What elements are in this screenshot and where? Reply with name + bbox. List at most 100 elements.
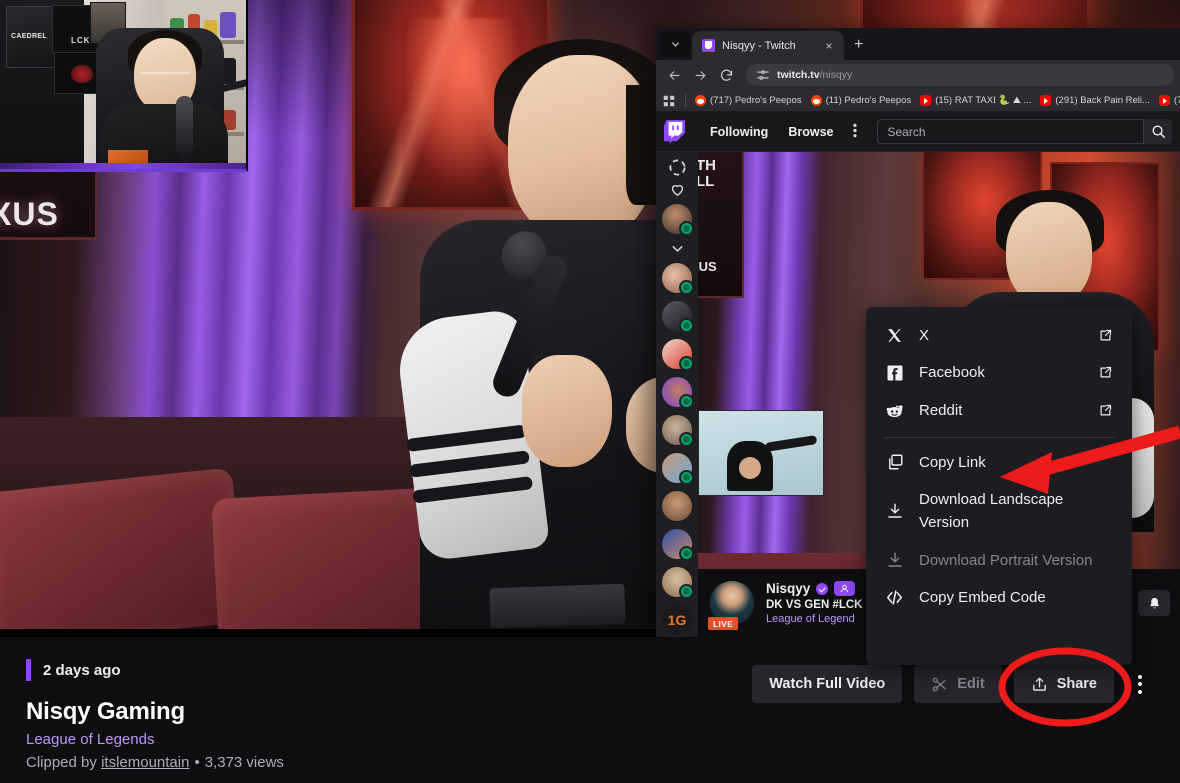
more-options-button[interactable] bbox=[1126, 665, 1154, 703]
share-menu-label: Download Portrait Version bbox=[919, 551, 1093, 569]
sidebar-item-channel[interactable] bbox=[660, 565, 694, 599]
twitch-search-field[interactable] bbox=[877, 119, 1144, 144]
screenshot-root: XUS CAEDREL LCK Nisqyy - Twitch × + twit… bbox=[0, 0, 1180, 783]
bookmarks-bar: (717) Pedro's Peepos (11) Pedro's Peepos… bbox=[656, 90, 1180, 112]
code-icon bbox=[884, 588, 905, 607]
sidebar-item-channel[interactable] bbox=[660, 451, 694, 485]
sidebar-expand-icon bbox=[669, 159, 685, 176]
accent-bar bbox=[26, 659, 31, 681]
share-upload-icon bbox=[1032, 677, 1046, 691]
notify-button[interactable] bbox=[1138, 590, 1170, 616]
clip-action-bar: Watch Full Video Edit Share bbox=[752, 665, 1154, 703]
stream-guest-cam bbox=[698, 410, 824, 496]
sidebar-item-channel[interactable] bbox=[660, 299, 694, 333]
share-button[interactable]: Share bbox=[1013, 665, 1114, 703]
reload-button[interactable] bbox=[714, 63, 738, 87]
twitch-top-nav: Following Browse bbox=[656, 112, 1180, 152]
clipper-link[interactable]: itslemountain bbox=[101, 754, 189, 771]
sidebar-item-channel[interactable] bbox=[660, 489, 694, 523]
x-logo-icon bbox=[884, 327, 905, 344]
download-icon bbox=[884, 501, 905, 521]
sidebar-item-channel[interactable] bbox=[660, 202, 694, 236]
sidebar-item-collapse-toggle[interactable] bbox=[660, 158, 694, 177]
share-menu-item-download-landscape[interactable]: Download Landscape Version bbox=[866, 481, 1132, 542]
share-menu-item-copy-link[interactable]: Copy Link bbox=[866, 444, 1132, 481]
kebab-icon bbox=[1138, 674, 1142, 694]
bookmark-item[interactable]: (11) Pedro's Peepos bbox=[810, 95, 912, 106]
share-menu-label: Facebook bbox=[919, 364, 985, 382]
tune-icon[interactable] bbox=[756, 68, 770, 82]
tab-search-button[interactable] bbox=[660, 31, 690, 57]
stream-wall-frame bbox=[698, 152, 744, 298]
sidebar-item-channel[interactable] bbox=[660, 337, 694, 371]
live-badge-icon bbox=[679, 470, 694, 485]
view-count: 3,373 views bbox=[204, 754, 284, 771]
avatar[interactable]: LIVE bbox=[708, 579, 756, 630]
facebook-icon bbox=[884, 364, 905, 382]
kebab-icon bbox=[853, 123, 858, 137]
partner-icon bbox=[841, 584, 849, 593]
twitch-logo-icon[interactable] bbox=[664, 119, 686, 144]
share-menu-item-facebook[interactable]: Facebook bbox=[866, 354, 1132, 391]
share-menu-item-copy-embed-code[interactable]: Copy Embed Code bbox=[866, 579, 1132, 616]
bell-icon bbox=[1149, 597, 1159, 608]
search-input[interactable] bbox=[887, 124, 1134, 139]
address-bar-url: twitch.tv/nisqyy bbox=[777, 69, 852, 81]
close-icon[interactable]: × bbox=[822, 39, 836, 53]
bookmark-item[interactable]: (15) RAT TAXI 🐍 ⛰ ... bbox=[920, 95, 1031, 106]
arrow-left-icon bbox=[669, 70, 679, 80]
browser-tab[interactable]: Nisqyy - Twitch × bbox=[692, 31, 844, 60]
nav-more-icon[interactable] bbox=[843, 123, 867, 141]
scissors-icon bbox=[933, 677, 947, 691]
sidebar-item-channel[interactable] bbox=[660, 261, 694, 295]
tab-title: Nisqyy - Twitch bbox=[722, 39, 796, 52]
edit-label: Edit bbox=[957, 676, 985, 692]
clip-game-link[interactable]: League of Legends bbox=[26, 731, 752, 748]
new-tab-button[interactable]: + bbox=[844, 36, 873, 60]
sidebar-item-followed[interactable] bbox=[660, 181, 694, 198]
clip-meta: 2 days ago Nisqy Gaming League of Legend… bbox=[26, 659, 752, 771]
twitch-left-sidebar: 1G bbox=[656, 152, 698, 637]
chevron-down-icon bbox=[671, 42, 679, 47]
live-badge-icon bbox=[679, 546, 694, 561]
search-icon bbox=[1152, 125, 1165, 138]
sidebar-item-channel-1g[interactable]: 1G bbox=[660, 603, 694, 637]
browser-toolbar: twitch.tv/nisqyy bbox=[656, 60, 1180, 90]
nav-link-following[interactable]: Following bbox=[700, 125, 778, 139]
watch-full-video-button[interactable]: Watch Full Video bbox=[752, 665, 903, 703]
sidebar-item-channel[interactable] bbox=[660, 375, 694, 409]
reddit-icon bbox=[810, 95, 822, 106]
bookmarks-separator bbox=[685, 94, 686, 107]
clip-pillow bbox=[0, 467, 248, 637]
arrow-right-icon bbox=[695, 70, 705, 80]
back-button[interactable] bbox=[662, 63, 686, 87]
live-badge-icon bbox=[679, 280, 694, 295]
share-menu-item-download-portrait: Download Portrait Version bbox=[866, 542, 1132, 579]
apps-grid-icon[interactable] bbox=[662, 94, 676, 108]
nav-link-browse[interactable]: Browse bbox=[778, 125, 843, 139]
bookmark-item[interactable]: (7) Earth's Most Wa... bbox=[1158, 95, 1180, 106]
bookmark-label: (15) RAT TAXI 🐍 ⛰ ... bbox=[935, 95, 1032, 106]
browser-tab-strip: Nisqyy - Twitch × + bbox=[656, 28, 1180, 60]
search-submit-button[interactable] bbox=[1144, 119, 1172, 144]
sidebar-item-show-more[interactable] bbox=[660, 240, 694, 257]
sidebar-item-channel[interactable] bbox=[660, 413, 694, 447]
bookmark-label: (717) Pedro's Peepos bbox=[710, 95, 802, 106]
forward-button[interactable] bbox=[688, 63, 712, 87]
sidebar-badge-label: 1G bbox=[667, 612, 687, 628]
sidebar-item-channel[interactable] bbox=[660, 527, 694, 561]
clip-age-row: 2 days ago bbox=[26, 659, 752, 681]
share-menu-item-reddit[interactable]: Reddit bbox=[866, 392, 1132, 429]
youtube-icon bbox=[920, 95, 932, 106]
bookmark-item[interactable]: (717) Pedro's Peepos bbox=[695, 95, 802, 106]
copy-icon bbox=[884, 453, 905, 471]
verified-icon bbox=[816, 582, 829, 595]
address-bar[interactable]: twitch.tv/nisqyy bbox=[746, 64, 1174, 86]
share-menu-item-x[interactable]: X bbox=[866, 317, 1132, 354]
reddit-icon bbox=[884, 401, 905, 420]
bookmark-label: (11) Pedro's Peepos bbox=[825, 95, 912, 106]
live-badge-icon bbox=[679, 584, 694, 599]
channel-name[interactable]: Nisqyy bbox=[766, 581, 810, 596]
bookmark-item[interactable]: (291) Back Pain Reli... bbox=[1040, 95, 1150, 106]
share-menu-label: Download Landscape Version bbox=[919, 491, 1064, 532]
